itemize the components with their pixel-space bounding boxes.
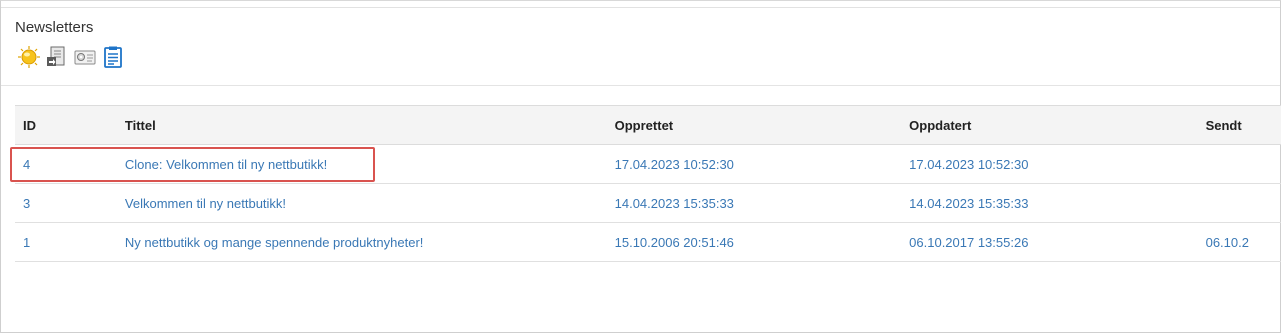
cell-updated: 14.04.2023 15:35:33 [901,183,1198,223]
settings-icon[interactable] [73,45,97,69]
table-header-row: ID Tittel Opprettet Oppdatert Sendt [15,105,1281,145]
cell-created: 14.04.2023 15:35:33 [606,183,902,223]
row-title-link[interactable]: Velkommen til ny nettbutikk! [125,196,286,211]
table-row[interactable]: 3 Velkommen til ny nettbutikk! 14.04.202… [15,183,1281,223]
column-header-title[interactable]: Tittel [116,105,607,145]
row-title-link[interactable]: Ny nettbutikk og mange spennende produkt… [125,235,423,250]
cell-sent: 06.10.2 [1197,222,1281,262]
table-row[interactable]: 1 Ny nettbutikk og mange spennende produ… [15,222,1281,262]
cell-updated: 17.04.2023 10:52:30 [901,144,1198,184]
cell-created: 15.10.2006 20:51:46 [606,222,902,262]
column-header-sent[interactable]: Sendt [1197,105,1281,145]
newsletters-table: ID Tittel Opprettet Oppdatert Sendt 4 Cl… [15,105,1281,262]
column-header-id[interactable]: ID [15,105,117,145]
row-id-link[interactable]: 3 [23,196,30,211]
cell-id[interactable]: 1 [15,222,117,262]
new-newsletter-icon[interactable] [17,45,41,69]
cell-title[interactable]: Velkommen til ny nettbutikk! [116,183,607,223]
cell-updated: 06.10.2017 13:55:26 [901,222,1198,262]
row-title-link[interactable]: Clone: Velkommen til ny nettbutikk! [125,157,327,172]
top-divider [1,7,1280,8]
cell-sent [1197,183,1281,223]
column-header-created[interactable]: Opprettet [606,105,902,145]
panel-title: Newsletters [15,19,94,36]
row-id-link[interactable]: 1 [23,235,30,250]
cell-id[interactable]: 3 [15,183,117,223]
cell-created: 17.04.2023 10:52:30 [606,144,902,184]
table-row[interactable]: 4 Clone: Velkommen til ny nettbutikk! 17… [15,144,1281,184]
cell-title[interactable]: Clone: Velkommen til ny nettbutikk! [116,144,607,184]
toolbar [17,45,129,71]
cell-id[interactable]: 4 [15,144,117,184]
cell-title[interactable]: Ny nettbutikk og mange spennende produkt… [116,222,607,262]
row-id-link[interactable]: 4 [23,157,30,172]
list-icon[interactable] [101,45,125,69]
import-icon[interactable] [45,45,69,69]
cell-sent [1197,144,1281,184]
column-header-updated[interactable]: Oppdatert [901,105,1198,145]
header-divider [1,85,1280,86]
